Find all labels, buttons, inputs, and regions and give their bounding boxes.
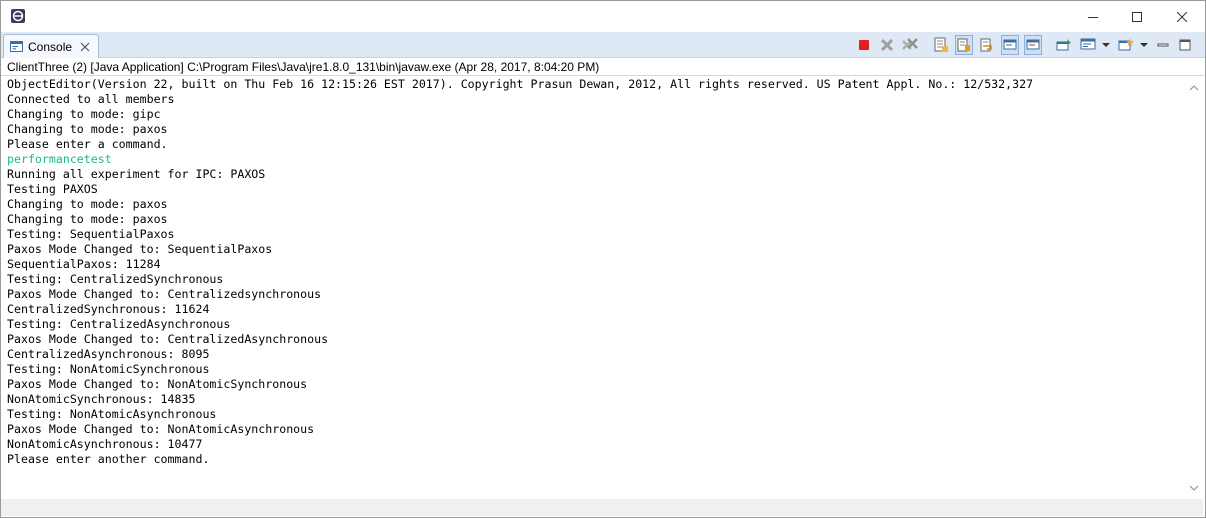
console-output-line: Changing to mode: paxos — [7, 212, 168, 226]
open-console-button[interactable] — [1117, 35, 1135, 55]
terminate-button[interactable] — [855, 35, 873, 55]
console-output-line: Paxos Mode Changed to: SequentialPaxos — [7, 242, 273, 256]
console-output-line: CentralizedSynchronous: 11624 — [7, 302, 210, 316]
console-output-line: Testing PAXOS — [7, 182, 98, 196]
console-output-line: Testing: SequentialPaxos — [7, 227, 175, 241]
chevron-down-icon — [1102, 43, 1110, 47]
minimize-icon — [1087, 16, 1098, 18]
console-output-line: Connected to all members — [7, 92, 175, 106]
console-output-line: Testing: CentralizedAsynchronous — [7, 317, 231, 331]
pin-icon — [1056, 39, 1071, 51]
maximize-icon — [1179, 39, 1191, 51]
console-output-line: Please enter another command. — [7, 452, 210, 466]
console-output-line: CentralizedAsynchronous: 8095 — [7, 347, 210, 361]
monitor-icon — [1080, 38, 1096, 50]
eclipse-window: Console ClientThree (2) [Java Applicatio… — [0, 0, 1206, 518]
window-maximize-button[interactable] — [1114, 1, 1159, 32]
remove-all-terminated-button[interactable] — [901, 35, 919, 55]
chevron-down-icon[interactable] — [1189, 483, 1199, 493]
chevron-down-icon — [1140, 43, 1148, 47]
window-minimize-button[interactable] — [1070, 1, 1115, 32]
scroll-lock-icon — [957, 38, 970, 52]
console-output-line: Paxos Mode Changed to: NonAtomicSynchron… — [7, 377, 308, 391]
open-console-dropdown[interactable] — [1135, 35, 1153, 55]
horizontal-scrollbar[interactable] — [1, 499, 1185, 516]
console-output-line: Paxos Mode Changed to: CentralizedAsynch… — [7, 332, 329, 346]
show-on-stderr-button[interactable] — [1024, 35, 1042, 55]
vertical-scrollbar[interactable] — [1185, 77, 1203, 499]
view-minimize-button[interactable] — [1154, 35, 1172, 55]
console-output-line: Testing: NonAtomicSynchronous — [7, 362, 210, 376]
eclipse-icon — [11, 9, 25, 23]
console-toolbar — [1, 35, 1205, 55]
console-output-line: Testing: NonAtomicAsynchronous — [7, 407, 217, 421]
new-console-icon — [1118, 38, 1134, 51]
show-on-stdout-button[interactable] — [1001, 35, 1019, 55]
clear-icon — [934, 37, 948, 52]
clear-console-button[interactable] — [932, 35, 950, 55]
chevron-up-icon[interactable] — [1189, 83, 1199, 93]
scroll-lock-button[interactable] — [955, 35, 973, 55]
console-output-line: ObjectEditor(Version 22, built on Thu Fe… — [7, 77, 1034, 91]
console-output-line: Testing: CentralizedSynchronous — [7, 272, 224, 286]
console-output-line: Changing to mode: gipc — [7, 107, 161, 121]
console-output-line: Running all experiment for IPC: PAXOS — [7, 167, 266, 181]
close-icon — [1176, 11, 1187, 22]
window-close-button[interactable] — [1159, 1, 1204, 32]
process-description: ClientThree (2) [Java Application] C:\Pr… — [1, 58, 1205, 76]
minimize-icon — [1157, 43, 1169, 47]
console-output-line: Please enter a command. — [7, 137, 168, 151]
console-output-line: NonAtomicSynchronous: 14835 — [7, 392, 196, 406]
console-output[interactable]: ObjectEditor(Version 22, built on Thu Fe… — [1, 77, 1185, 499]
scrollbar-corner — [1185, 499, 1203, 516]
display-console-dropdown[interactable] — [1097, 35, 1115, 55]
x-icon — [880, 38, 894, 52]
view-maximize-button[interactable] — [1176, 35, 1194, 55]
x-multiple-icon — [902, 38, 918, 50]
maximize-icon — [1131, 11, 1142, 22]
stdout-icon — [1003, 39, 1017, 50]
console-output-line: Changing to mode: paxos — [7, 122, 168, 136]
title-bar[interactable] — [1, 1, 1205, 32]
remove-launch-button[interactable] — [878, 35, 896, 55]
console-output-line: SequentialPaxos: 11284 — [7, 257, 161, 271]
console-output-line: Changing to mode: paxos — [7, 197, 168, 211]
word-wrap-button[interactable] — [978, 35, 996, 55]
pin-console-button[interactable] — [1055, 35, 1073, 55]
display-console-button[interactable] — [1079, 35, 1097, 55]
console-output-line: Paxos Mode Changed to: Centralizedsynchr… — [7, 287, 322, 301]
stderr-icon — [1026, 39, 1040, 50]
word-wrap-icon — [980, 38, 992, 52]
console-input-line: performancetest — [7, 152, 112, 166]
console-output-line: NonAtomicAsynchronous: 10477 — [7, 437, 203, 451]
console-output-line: Paxos Mode Changed to: NonAtomicAsynchro… — [7, 422, 315, 436]
stop-icon — [859, 40, 869, 50]
